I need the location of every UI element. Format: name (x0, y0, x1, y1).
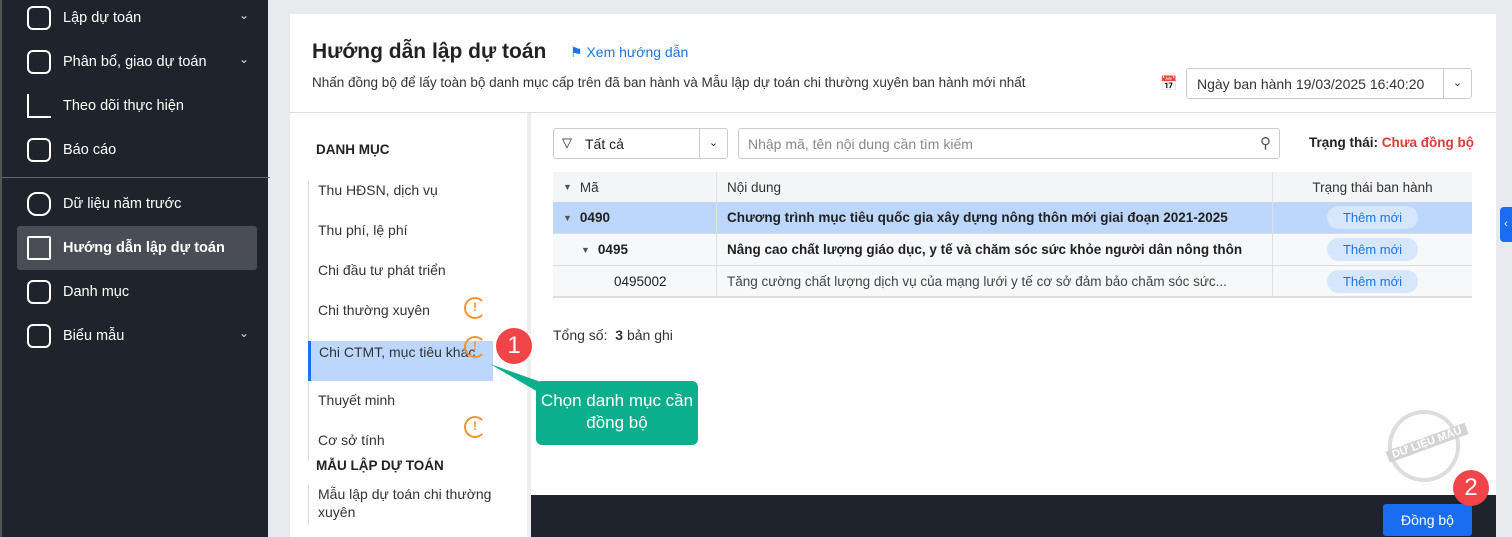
page-title: Hướng dẫn lập dự toán (312, 40, 547, 63)
sidebar-item-label: Biểu mẫu (63, 328, 125, 344)
template-item[interactable]: Mẫu lập dự toán chi thường xuyên (308, 485, 493, 525)
signpost-icon: ⚑ (570, 44, 587, 60)
chevron-down-icon: ⌄ (238, 8, 249, 22)
status-badge: Thêm mới (1326, 238, 1419, 261)
caret-down-icon[interactable]: ▼ (563, 182, 572, 192)
row-content: Nâng cao chất lượng giáo dục, y tế và ch… (717, 234, 1273, 265)
row-code: ▼ 0490 (553, 202, 717, 233)
step-badge-1: 1 (496, 328, 532, 364)
view-guide-link[interactable]: ⚑ Xem hướng dẫn (570, 44, 688, 61)
code-text: 0490 (579, 210, 610, 225)
search-placeholder: Nhập mã, tên nội dung cần tìm kiếm (748, 136, 973, 152)
caret-down-icon[interactable]: ▼ (563, 213, 572, 223)
sidebar-item-du-lieu[interactable]: Dữ liệu năm trước (17, 182, 257, 226)
category-item[interactable]: Chi đầu tư phát triển (308, 261, 493, 301)
status-badge: Thêm mới (1326, 269, 1419, 293)
search-icon[interactable]: ⚲ (1260, 134, 1271, 152)
total-label: Tổng số: (553, 327, 608, 343)
filter-value: Tất cả (585, 136, 624, 152)
column-header-code[interactable]: ▼ Mã (553, 172, 717, 202)
chevron-down-icon: ⌄ (1443, 69, 1471, 98)
panel-divider (527, 113, 531, 537)
row-content: Tăng cường chất lượng dịch vụ của mạng l… (717, 266, 1273, 296)
status-badge: Thêm mới (1326, 206, 1419, 229)
box-icon (27, 280, 51, 304)
total-count: 3 (615, 327, 624, 343)
chevron-down-icon: ⌄ (238, 326, 249, 340)
sidebar-item-danh-muc[interactable]: Danh mục (17, 270, 257, 314)
row-content: Chương trình mục tiêu quốc gia xây dựng … (717, 202, 1273, 233)
step-badge-2: 2 (1453, 470, 1489, 506)
category-panel: DANH MỤC Thu HĐSN, dịch vụ Thu phí, lệ p… (290, 113, 527, 537)
database-icon (27, 192, 51, 216)
sidebar-item-bao-cao[interactable]: Báo cáo (17, 128, 257, 172)
sidebar-item-lap-du-toan[interactable]: Lập dự toán ⌄ (17, 0, 257, 40)
category-item[interactable]: Thu HĐSN, dịch vụ (308, 181, 493, 221)
sidebar-item-label: Danh mục (63, 284, 130, 300)
report-icon (27, 138, 51, 162)
page-subtitle: Nhấn đồng bộ để lấy toàn bộ danh mục cấp… (312, 75, 1026, 90)
category-item[interactable]: Thu phí, lệ phí (308, 221, 493, 261)
sidebar-item-huong-dan[interactable]: Hướng dẫn lập dự toán (17, 226, 257, 270)
sidebar-item-label: Dữ liệu năm trước (63, 196, 182, 212)
code-text: 0495 (597, 242, 628, 257)
sync-status: Trạng thái: Chưa đồng bộ (1309, 135, 1474, 150)
header-label: Mã (579, 179, 599, 195)
category-item[interactable]: Thuyết minh (308, 381, 493, 421)
column-header-status: Trạng thái ban hành (1312, 179, 1433, 195)
collapse-panel-toggle[interactable]: ‹ (1500, 207, 1512, 242)
table-row[interactable]: ▼ 0490 Chương trình mục tiêu quốc gia xây… (553, 202, 1472, 234)
total-unit: bản ghi (626, 327, 673, 343)
sidebar-item-bieu-mau[interactable]: Biểu mẫu ⌄ (17, 314, 257, 358)
guide-link-label: Xem hướng dẫn (586, 44, 689, 60)
sidebar-item-label: Phân bổ, giao dự toán (63, 54, 207, 70)
sidebar: Lập dự toán ⌄ Phân bổ, giao dự toán ⌄ Theo… (0, 0, 270, 537)
filter-icon: ▽ (562, 135, 572, 150)
sidebar-item-phan-bo[interactable]: Phân bổ, giao dự toán ⌄ (17, 40, 257, 84)
status-value: Chưa đồng bộ (1381, 135, 1475, 150)
line-chart-icon (27, 94, 51, 118)
watermark-text: DỮ LIỆU MẪU (1385, 422, 1469, 463)
box-icon (27, 6, 51, 30)
search-input[interactable]: Nhập mã, tên nội dung cần tìm kiếm ⚲ (738, 128, 1280, 159)
callout-tooltip: Chọn danh mục cần đồng bộ (536, 381, 698, 445)
sidebar-item-label: Hướng dẫn lập dự toán (63, 240, 225, 256)
issue-date-select[interactable]: Ngày ban hành 19/03/2025 16:40:20 ⌄ (1186, 68, 1472, 99)
table-row[interactable]: 0495002 Tăng cường chất lượng dịch vụ củ… (553, 266, 1472, 298)
caret-down-icon[interactable]: ▼ (581, 245, 590, 255)
table-header: ▼ Mã Nội dung Trạng thái ban hành (553, 172, 1472, 202)
calendar-icon: 📅 (1160, 75, 1178, 91)
sync-warning-icon: ! (464, 297, 486, 319)
chevron-down-icon: ⌄ (699, 129, 727, 158)
issue-date-value: Ngày ban hành 19/03/2025 16:40:20 (1197, 76, 1425, 92)
row-code: ▼ 0495 (553, 234, 717, 265)
sync-warning-icon: ! (464, 416, 486, 438)
share-doc-icon (27, 50, 51, 74)
sidebar-item-label: Theo dõi thực hiện (63, 98, 184, 114)
status-label: Trạng thái: (1309, 135, 1379, 150)
chevron-left-icon: ‹ (1504, 218, 1508, 230)
footer-bar: Đồng bộ (531, 495, 1496, 537)
main-card: Hướng dẫn lập dự toán ⚑ Xem hướng dẫn Nh… (290, 14, 1496, 537)
section-title-mau: MẪU LẬP DỰ TOÁN (316, 458, 444, 473)
table-row[interactable]: ▼ 0495 Nâng cao chất lượng giáo dục, y tế… (553, 234, 1472, 266)
chevron-down-icon: ⌄ (238, 52, 249, 66)
section-title-danh-muc: DANH MỤC (316, 142, 390, 157)
sidebar-item-label: Báo cáo (63, 142, 117, 158)
form-icon (27, 324, 51, 348)
row-code: 0495002 (553, 266, 717, 296)
divider (2, 177, 270, 178)
sync-button[interactable]: Đồng bộ (1383, 504, 1472, 536)
filter-select[interactable]: ▽ Tất cả ⌄ (553, 128, 728, 159)
record-count: Tổng số: 3 bản ghi (553, 327, 673, 343)
column-header-content: Nội dung (717, 172, 1273, 202)
data-table: ▼ Mã Nội dung Trạng thái ban hành ▼ 0490 C… (553, 172, 1472, 298)
sidebar-item-theo-doi[interactable]: Theo dõi thực hiện (17, 84, 257, 128)
sidebar-item-label: Lập dự toán (63, 10, 142, 26)
file-import-icon (27, 236, 51, 260)
